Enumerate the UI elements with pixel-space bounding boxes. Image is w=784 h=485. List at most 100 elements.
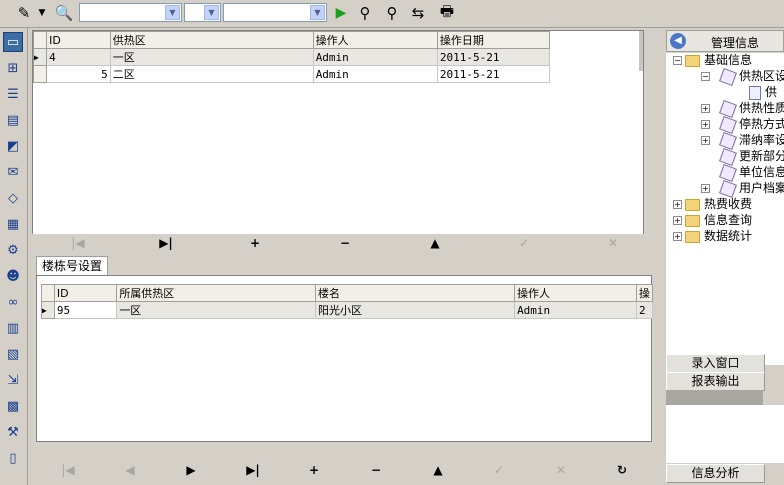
- cell-date[interactable]: 2011-5-21: [436, 65, 551, 83]
- user-search-icon[interactable]: ☻: [3, 266, 23, 286]
- nav-edit-button[interactable]: ▲: [430, 463, 446, 477]
- tree-node-basic-info[interactable]: 基础信息: [685, 53, 752, 68]
- heating-area-grid[interactable]: ID 供热区 操作人 操作日期 ▶ 4 一区 Admin 2011-5-21 5…: [32, 30, 644, 235]
- tree-icon[interactable]: ⊞: [3, 58, 23, 78]
- entry-window-button[interactable]: 录入窗口: [666, 354, 765, 373]
- tab-building-settings[interactable]: 楼栋号设置: [36, 256, 108, 275]
- column-header-id[interactable]: ID: [46, 31, 111, 49]
- tree-node-update-part[interactable]: 更新部分: [719, 147, 784, 166]
- cell-operator[interactable]: Admin: [312, 48, 438, 66]
- nav-edit-button[interactable]: ▲: [427, 236, 443, 250]
- toolbar-combo-2[interactable]: ▼: [184, 3, 221, 22]
- nav-delete-button[interactable]: −: [337, 236, 353, 250]
- dropdown-arrow-icon[interactable]: ▼: [36, 3, 48, 23]
- column-header-building[interactable]: 楼名: [315, 284, 516, 302]
- row-indicator-icon: ▶: [32, 48, 48, 66]
- grid-icon[interactable]: ▦: [3, 214, 23, 234]
- column-header-area[interactable]: 所属供热区: [116, 284, 317, 302]
- edit-icon: [719, 131, 737, 150]
- table-row[interactable]: 5 二区 Admin 2011-5-21: [32, 65, 551, 83]
- nav-first-button[interactable]: |◀: [70, 236, 86, 250]
- toolbar-combo-1[interactable]: ▼: [79, 3, 182, 22]
- chevron-down-icon[interactable]: ▼: [310, 5, 325, 20]
- nav-cancel-button[interactable]: ✕: [553, 463, 569, 477]
- cell-id[interactable]: 5: [46, 65, 111, 83]
- tree-node-info-query[interactable]: 信息查询: [685, 213, 752, 228]
- info-analysis-button[interactable]: 信息分析: [666, 464, 765, 483]
- table-icon[interactable]: ▩: [3, 396, 23, 416]
- nav-next-button[interactable]: ▶: [183, 463, 199, 477]
- tag-icon[interactable]: ◇: [3, 188, 23, 208]
- chevron-down-icon[interactable]: ▼: [204, 5, 219, 20]
- settings-icon[interactable]: ⚙: [3, 240, 23, 260]
- cell-date[interactable]: 2011-5-21: [436, 48, 551, 66]
- pencil-icon[interactable]: ✎: [14, 3, 34, 23]
- tree-node-user-archive[interactable]: 用户档案: [719, 179, 784, 198]
- nav-first-button[interactable]: |◀: [60, 463, 76, 477]
- column-header-operator[interactable]: 操作人: [312, 31, 438, 49]
- document-icon[interactable]: ▤: [3, 110, 23, 130]
- cell-operator[interactable]: Admin: [514, 301, 637, 319]
- column-header-area[interactable]: 供热区: [109, 31, 314, 49]
- table-row[interactable]: ▶ 95 一区 阳光小区 Admin 2: [41, 301, 654, 319]
- building-grid[interactable]: ID 所属供热区 楼名 操作人 操 ▶ 95 一区 阳光小区 Admin 2: [36, 275, 654, 442]
- run-icon[interactable]: ▶: [331, 3, 351, 23]
- back-icon[interactable]: ◀: [670, 33, 686, 49]
- nav-insert-button[interactable]: +: [247, 236, 263, 250]
- edit-doc-icon[interactable]: ▧: [3, 344, 23, 364]
- cell-id[interactable]: 4: [46, 48, 111, 66]
- window-icon[interactable]: ▭: [3, 32, 23, 52]
- report-icon[interactable]: ▥: [3, 318, 23, 338]
- tools-icon[interactable]: ⚒: [3, 422, 23, 442]
- cell-area[interactable]: 一区: [109, 48, 314, 66]
- chart-icon[interactable]: ◩: [3, 136, 23, 156]
- nav-refresh-button[interactable]: ↻: [614, 463, 630, 477]
- cell-operator[interactable]: Admin: [312, 65, 438, 83]
- nav-insert-button[interactable]: +: [306, 463, 322, 477]
- tree-node-heating-nature[interactable]: 供热性质: [719, 99, 784, 118]
- nav-last-button[interactable]: ▶|: [245, 463, 261, 477]
- tree-node-heating-area[interactable]: 供热区设: [719, 67, 784, 86]
- tree-node-stop-method[interactable]: 停热方式: [719, 115, 784, 134]
- toolbar-combo-3[interactable]: ▼: [223, 3, 327, 22]
- list-icon[interactable]: ☰: [3, 84, 23, 104]
- replace-icon[interactable]: ⇆: [408, 3, 428, 23]
- cell-area[interactable]: 一区: [116, 301, 317, 319]
- nav-prior-button[interactable]: ◀: [122, 463, 138, 477]
- cell-id[interactable]: 95: [53, 301, 118, 319]
- edit-icon: [719, 115, 737, 134]
- tree-node-heating-sub[interactable]: 供: [749, 85, 777, 100]
- panel-divider: [666, 390, 763, 405]
- cell-building[interactable]: 阳光小区: [315, 301, 516, 319]
- export-icon[interactable]: ⇲: [3, 370, 23, 390]
- nav-cancel-button[interactable]: ✕: [605, 236, 621, 250]
- scrollbar[interactable]: [639, 31, 643, 71]
- tree-view[interactable]: − 基础信息 − 供热区设 供 + 供热性质 + 停热方式 + 滞纳率设 更新部…: [666, 53, 784, 365]
- nav-last-button[interactable]: ▶|: [158, 236, 174, 250]
- tree-node-fee-collection[interactable]: 热费收费: [685, 197, 752, 212]
- search-next-icon[interactable]: ⚲: [382, 3, 402, 23]
- tree-node-late-fee-rate[interactable]: 滞纳率设: [719, 131, 784, 150]
- table-row[interactable]: ▶ 4 一区 Admin 2011-5-21: [32, 48, 551, 66]
- tree-node-data-stats[interactable]: 数据统计: [685, 229, 752, 244]
- bottom-navigator: |◀ ◀ ▶ ▶| + − ▲ ✓ ✕ ↻: [36, 461, 656, 479]
- column-header-date[interactable]: 操作日期: [436, 31, 551, 49]
- nav-delete-button[interactable]: −: [368, 463, 384, 477]
- chevron-down-icon[interactable]: ▼: [165, 5, 180, 20]
- nav-post-button[interactable]: ✓: [516, 236, 532, 250]
- cell-extra[interactable]: 2: [635, 301, 654, 319]
- right-panel: ◀ 管理信息 − 基础信息 − 供热区设 供 + 供热性质 + 停热方式 + 滞…: [664, 28, 784, 485]
- column-header-id[interactable]: ID: [53, 284, 118, 302]
- column-header-extra[interactable]: 操: [635, 284, 654, 302]
- column-header-operator[interactable]: 操作人: [514, 284, 637, 302]
- find-icon[interactable]: 🔍: [54, 3, 74, 23]
- report-output-button[interactable]: 报表输出: [666, 372, 765, 391]
- trash-icon[interactable]: ▯: [3, 448, 23, 468]
- mail-icon[interactable]: ✉: [3, 162, 23, 182]
- nav-post-button[interactable]: ✓: [491, 463, 507, 477]
- search-icon[interactable]: ⚲: [355, 3, 375, 23]
- print-icon[interactable]: 🖶: [437, 2, 457, 23]
- tree-node-unit-info[interactable]: 单位信息: [719, 163, 784, 182]
- link-icon[interactable]: ∞: [3, 292, 23, 312]
- cell-area[interactable]: 二区: [109, 65, 314, 83]
